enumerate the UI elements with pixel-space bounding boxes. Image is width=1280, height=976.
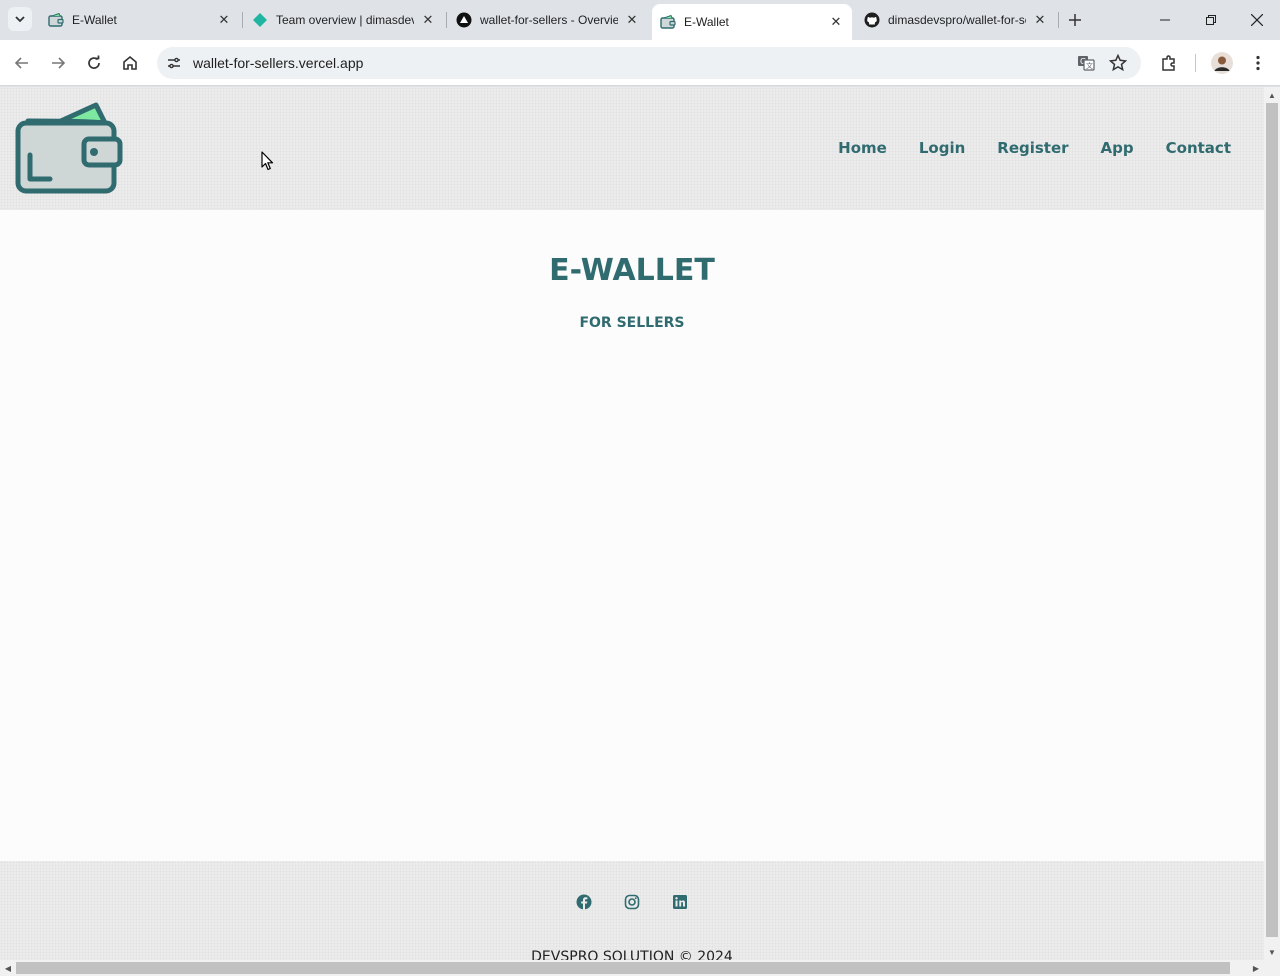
tab-separator [446, 12, 447, 28]
minimize-button[interactable] [1153, 8, 1177, 32]
address-bar[interactable]: wallet-for-sellers.vercel.app G文 [157, 47, 1141, 79]
tab-title: dimasdevspro/wallet-for-sellers [888, 13, 1026, 27]
close-icon[interactable]: ✕ [828, 14, 844, 30]
main-nav: Home Login Register App Contact [838, 139, 1231, 157]
translate-icon[interactable]: G文 [1074, 51, 1098, 75]
hero-subtitle: FOR SELLERS [579, 315, 685, 331]
tab-e-wallet-active[interactable]: E-Wallet ✕ [652, 4, 852, 40]
wallet-logo[interactable] [14, 101, 124, 195]
plus-icon [1069, 14, 1081, 26]
bookmark-star-icon[interactable] [1106, 51, 1130, 75]
nav-contact-link[interactable]: Contact [1166, 139, 1231, 157]
close-window-button[interactable] [1245, 8, 1269, 32]
kebab-menu-icon [1256, 55, 1260, 71]
menu-button[interactable] [1246, 51, 1270, 75]
tab-separator [1058, 12, 1059, 28]
instagram-icon[interactable] [624, 894, 640, 910]
restore-button[interactable] [1199, 8, 1223, 32]
reload-button[interactable] [82, 51, 106, 75]
arrow-right-icon [52, 57, 66, 69]
tab-github-repo[interactable]: dimasdevspro/wallet-for-sellers ✕ [856, 6, 1056, 34]
nav-home-link[interactable]: Home [838, 139, 887, 157]
hero-title: E-WALLET [549, 253, 715, 288]
extensions-button[interactable] [1157, 51, 1181, 75]
tab-title: E-Wallet [684, 15, 729, 29]
wallet-icon [48, 12, 64, 28]
close-icon[interactable]: ✕ [1032, 12, 1048, 28]
home-button[interactable] [118, 51, 142, 75]
new-tab-button[interactable] [1063, 8, 1087, 32]
nav-login-link[interactable]: Login [919, 139, 965, 157]
back-button[interactable] [10, 51, 34, 75]
scrollbar-corner [1264, 960, 1280, 976]
puzzle-icon [1162, 55, 1175, 71]
tab-team-overview[interactable]: Team overview | dimasdevspro ✕ [244, 6, 444, 34]
close-icon[interactable]: ✕ [624, 12, 640, 28]
vercel-icon [456, 12, 472, 28]
nav-app-link[interactable]: App [1101, 139, 1134, 157]
reload-icon [88, 55, 100, 69]
tab-e-wallet-1[interactable]: E-Wallet ✕ [40, 6, 240, 34]
wallet-icon [660, 14, 676, 30]
close-icon[interactable]: ✕ [216, 12, 232, 28]
avatar-icon [1211, 52, 1233, 74]
tab-strip: E-Wallet ✕ Team overview | dimasdevspro … [0, 0, 1280, 40]
forward-button[interactable] [46, 51, 70, 75]
toolbar-divider [1195, 54, 1196, 72]
linkedin-icon[interactable] [672, 894, 688, 910]
profile-avatar[interactable] [1210, 51, 1234, 75]
restore-icon [1206, 15, 1216, 25]
horizontal-scrollbar[interactable]: ◀ ▶ [0, 960, 1264, 976]
minimize-icon [1160, 19, 1170, 21]
vertical-scroll-thumb[interactable] [1266, 103, 1278, 937]
site-header: Home Login Register App Contact [0, 87, 1264, 210]
tab-title: E-Wallet [72, 13, 117, 27]
close-icon[interactable]: ✕ [420, 12, 436, 28]
diamond-icon [252, 12, 268, 28]
site-info-icon[interactable] [162, 51, 186, 75]
footer-copyright: DEVSPRO SOLUTION © 2024 [531, 949, 733, 960]
scroll-right-arrow-icon[interactable]: ▶ [1248, 960, 1264, 976]
mouse-cursor-icon [261, 151, 274, 171]
horizontal-scroll-thumb[interactable] [16, 962, 1230, 974]
browser-toolbar: wallet-for-sellers.vercel.app G文 [0, 40, 1280, 86]
close-icon [1251, 14, 1263, 26]
chevron-down-icon [15, 16, 25, 23]
social-links [0, 894, 1264, 910]
tab-separator [242, 12, 243, 28]
vertical-scrollbar[interactable]: ▲ ▼ [1264, 87, 1280, 960]
github-icon [864, 12, 880, 28]
arrow-left-icon [14, 57, 28, 69]
site-footer: DEVSPRO SOLUTION © 2024 [0, 861, 1264, 960]
tab-title: Team overview | dimasdevspro [276, 13, 414, 27]
scroll-down-arrow-icon[interactable]: ▼ [1264, 944, 1280, 960]
scroll-up-arrow-icon[interactable]: ▲ [1264, 87, 1280, 103]
tab-wallet-overview[interactable]: wallet-for-sellers - Overview ✕ [448, 6, 648, 34]
facebook-icon[interactable] [576, 894, 592, 910]
tab-search-button[interactable] [8, 7, 32, 31]
tab-title: wallet-for-sellers - Overview [480, 13, 618, 27]
nav-register-link[interactable]: Register [997, 139, 1068, 157]
home-icon [123, 55, 137, 70]
address-bar-url[interactable]: wallet-for-sellers.vercel.app [193, 55, 363, 71]
page-viewport: Home Login Register App Contact E-WALLET… [0, 87, 1264, 960]
scroll-left-arrow-icon[interactable]: ◀ [0, 960, 16, 976]
svg-text:文: 文 [1086, 61, 1093, 70]
